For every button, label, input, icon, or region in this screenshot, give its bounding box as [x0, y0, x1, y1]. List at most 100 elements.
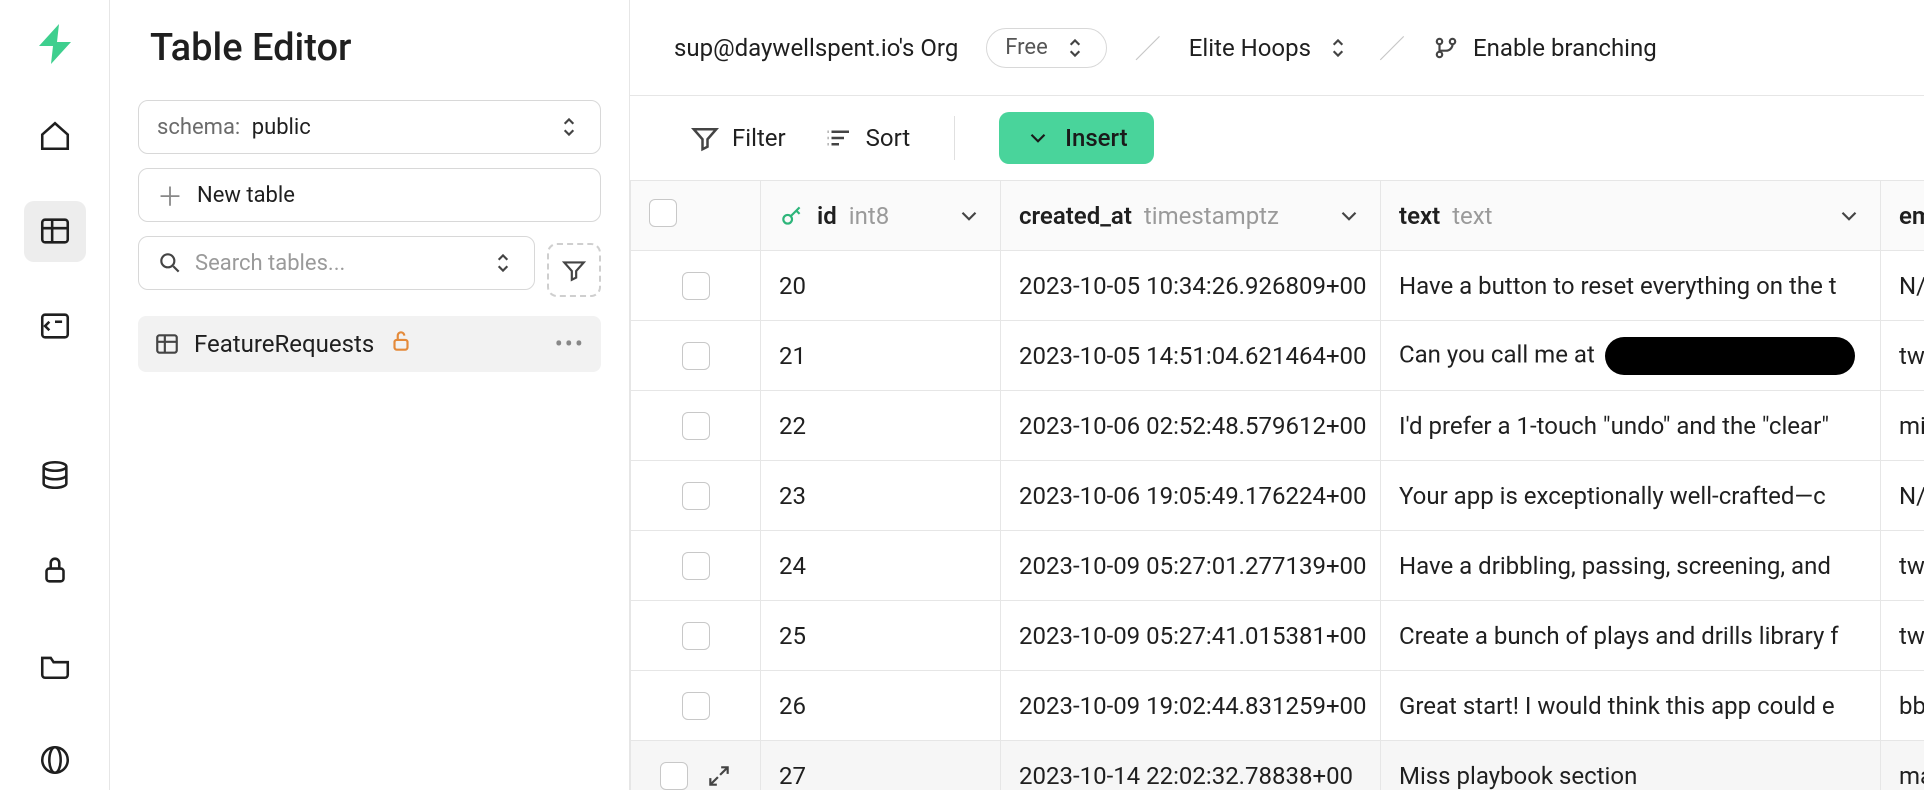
cell-created-at[interactable]: 2023-10-05 10:34:26.926809+00: [1001, 251, 1381, 321]
nav-sql-icon[interactable]: [24, 296, 86, 357]
cell-em[interactable]: ma: [1881, 741, 1924, 790]
cell-created-at[interactable]: 2023-10-09 05:27:41.015381+00: [1001, 601, 1381, 671]
new-table-button[interactable]: ＋ New table: [138, 168, 601, 222]
sort-button[interactable]: Sort: [824, 123, 911, 153]
table-row[interactable]: 272023-10-14 22:02:32.78838+00Miss playb…: [631, 741, 1924, 790]
checkbox[interactable]: [682, 692, 710, 720]
cell-id[interactable]: 20: [761, 251, 1001, 321]
cell-created-at[interactable]: 2023-10-09 05:27:01.277139+00: [1001, 531, 1381, 601]
row-checkbox-cell[interactable]: [631, 671, 761, 741]
row-checkbox-cell[interactable]: [631, 461, 761, 531]
table-row[interactable]: 252023-10-09 05:27:41.015381+00Create a …: [631, 601, 1924, 671]
row-checkbox-cell[interactable]: [631, 601, 761, 671]
toolbar: Filter Sort Insert: [630, 96, 1924, 180]
cell-em[interactable]: tw: [1881, 601, 1924, 671]
insert-button[interactable]: Insert: [999, 112, 1153, 164]
filter-icon: [690, 123, 720, 153]
cell-text[interactable]: Your app is exceptionally well-crafted—c: [1381, 461, 1881, 531]
breadcrumb-org[interactable]: sup@daywellspent.io's Org: [674, 34, 958, 62]
cell-id[interactable]: 21: [761, 321, 1001, 391]
breadcrumb-branch[interactable]: Enable branching: [1433, 34, 1657, 62]
nav-database-icon[interactable]: [24, 444, 86, 505]
filter-tables-button[interactable]: [547, 243, 601, 297]
column-header-text[interactable]: text text: [1381, 181, 1881, 251]
column-header-em[interactable]: em: [1881, 181, 1924, 251]
nav-auth-icon[interactable]: [24, 539, 86, 600]
divider: [954, 116, 955, 160]
cell-text[interactable]: Great start! I would think this app coul…: [1381, 671, 1881, 741]
chevron-down-icon[interactable]: [1836, 203, 1862, 229]
row-checkbox-cell[interactable]: [631, 531, 761, 601]
chevron-up-down-icon: [490, 250, 516, 276]
chevron-up-down-icon: [1062, 35, 1088, 61]
cell-created-at[interactable]: 2023-10-14 22:02:32.78838+00: [1001, 741, 1381, 790]
checkbox[interactable]: [682, 272, 710, 300]
filter-icon: [561, 257, 587, 283]
nav-realtime-icon[interactable]: [24, 729, 86, 790]
cell-id[interactable]: 27: [761, 741, 1001, 790]
cell-id[interactable]: 22: [761, 391, 1001, 461]
filter-button[interactable]: Filter: [690, 123, 786, 153]
breadcrumb-sep: ／: [1379, 29, 1405, 66]
checkbox[interactable]: [682, 342, 710, 370]
checkbox[interactable]: [682, 622, 710, 650]
table-item-label: FeatureRequests: [194, 330, 374, 358]
cell-em[interactable]: N/: [1881, 251, 1924, 321]
row-checkbox-cell[interactable]: [631, 741, 761, 790]
row-checkbox-cell[interactable]: [631, 321, 761, 391]
cell-em[interactable]: tw: [1881, 321, 1924, 391]
table-row[interactable]: 212023-10-05 14:51:04.621464+00Can you c…: [631, 321, 1924, 391]
cell-created-at[interactable]: 2023-10-09 19:02:44.831259+00: [1001, 671, 1381, 741]
table-row[interactable]: 222023-10-06 02:52:48.579612+00I'd prefe…: [631, 391, 1924, 461]
row-checkbox-cell[interactable]: [631, 251, 761, 321]
cell-em[interactable]: mi: [1881, 391, 1924, 461]
cell-id[interactable]: 25: [761, 601, 1001, 671]
search-icon: [157, 250, 183, 276]
cell-text[interactable]: Miss playbook section: [1381, 741, 1881, 790]
column-header-id[interactable]: id int8: [761, 181, 1001, 251]
cell-text[interactable]: Can you call me at: [1381, 321, 1881, 391]
cell-text[interactable]: I'd prefer a 1-touch "undo" and the "cle…: [1381, 391, 1881, 461]
chevron-down-icon[interactable]: [956, 203, 982, 229]
table-row[interactable]: 202023-10-05 10:34:26.926809+00Have a bu…: [631, 251, 1924, 321]
checkbox[interactable]: [682, 412, 710, 440]
checkbox[interactable]: [682, 552, 710, 580]
cell-created-at[interactable]: 2023-10-06 02:52:48.579612+00: [1001, 391, 1381, 461]
row-checkbox-cell[interactable]: [631, 391, 761, 461]
nav-table-editor-icon[interactable]: [24, 201, 86, 262]
cell-text[interactable]: Have a button to reset everything on the…: [1381, 251, 1881, 321]
chevron-down-icon[interactable]: [1336, 203, 1362, 229]
plan-pill[interactable]: Free: [986, 28, 1106, 68]
column-header-checkbox[interactable]: [631, 181, 761, 251]
cell-em[interactable]: tw: [1881, 531, 1924, 601]
breadcrumb-project[interactable]: Elite Hoops: [1189, 34, 1351, 62]
cell-text[interactable]: Create a bunch of plays and drills libra…: [1381, 601, 1881, 671]
nav-home-icon[interactable]: [24, 106, 86, 167]
checkbox[interactable]: [649, 199, 677, 227]
table-row[interactable]: 262023-10-09 19:02:44.831259+00Great sta…: [631, 671, 1924, 741]
schema-select[interactable]: schema: public: [138, 100, 601, 154]
search-tables-input[interactable]: Search tables...: [138, 236, 535, 290]
cell-id[interactable]: 26: [761, 671, 1001, 741]
main-content: sup@daywellspent.io's Org Free ／ Elite H…: [630, 0, 1924, 790]
cell-id[interactable]: 23: [761, 461, 1001, 531]
cell-text[interactable]: Have a dribbling, passing, screening, an…: [1381, 531, 1881, 601]
cell-created-at[interactable]: 2023-10-05 14:51:04.621464+00: [1001, 321, 1381, 391]
more-icon[interactable]: •••: [555, 330, 585, 358]
cell-id[interactable]: 24: [761, 531, 1001, 601]
table-item-featurerequests[interactable]: FeatureRequests •••: [138, 316, 601, 372]
cell-em[interactable]: bb: [1881, 671, 1924, 741]
nav-storage-icon[interactable]: [24, 634, 86, 695]
cell-created-at[interactable]: 2023-10-06 19:05:49.176224+00: [1001, 461, 1381, 531]
expand-icon[interactable]: [706, 763, 732, 789]
column-header-created-at[interactable]: created_at timestamptz: [1001, 181, 1381, 251]
schema-value: public: [252, 115, 311, 140]
table-row[interactable]: 232023-10-06 19:05:49.176224+00Your app …: [631, 461, 1924, 531]
checkbox[interactable]: [660, 762, 688, 790]
plus-icon: ＋: [157, 177, 183, 214]
table-row[interactable]: 242023-10-09 05:27:01.277139+00Have a dr…: [631, 531, 1924, 601]
checkbox[interactable]: [682, 482, 710, 510]
cell-em[interactable]: N/: [1881, 461, 1924, 531]
chevron-up-down-icon: [556, 114, 582, 140]
data-table: id int8 created_at timestamptz: [630, 180, 1924, 790]
